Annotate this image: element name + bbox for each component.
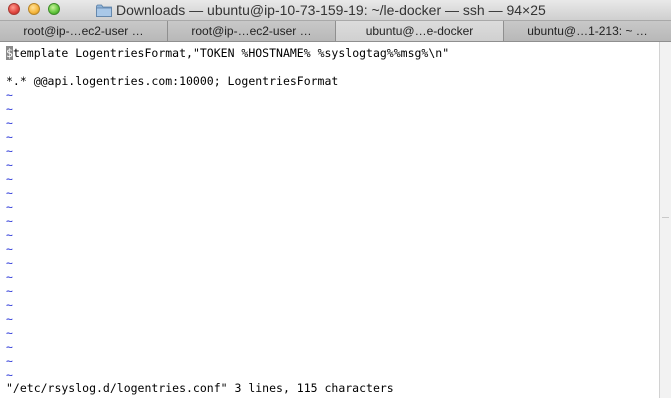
- empty-line-tilde: ~: [6, 186, 13, 200]
- tab-label: root@ip-…ec2-user …: [23, 24, 144, 38]
- tab-root-2[interactable]: root@ip-…ec2-user …: [168, 21, 336, 41]
- empty-line-tilde: ~: [6, 312, 13, 326]
- terminal-content[interactable]: $template LogentriesFormat,"TOKEN %HOSTN…: [0, 42, 659, 398]
- empty-line-tilde: ~: [6, 326, 13, 340]
- empty-line-tilde: ~: [6, 256, 13, 270]
- empty-line-tilde: ~: [6, 228, 13, 242]
- text-cursor: $: [6, 46, 13, 60]
- empty-line-tilde: ~: [6, 130, 13, 144]
- empty-line-tilde: ~: [6, 116, 13, 130]
- empty-line-tilde: ~: [6, 172, 13, 186]
- empty-line-tilde: ~: [6, 270, 13, 284]
- tab-label: ubuntu@…e-docker: [365, 24, 474, 38]
- terminal-window: Downloads — ubuntu@ip-10-73-159-19: ~/le…: [0, 0, 671, 398]
- scrollbar[interactable]: [659, 42, 671, 398]
- close-window-button[interactable]: [8, 3, 20, 15]
- tab-label: root@ip-…ec2-user …: [191, 24, 312, 38]
- folder-icon: [96, 4, 112, 17]
- empty-line-tilde: ~: [6, 340, 13, 354]
- empty-line-tilde: ~: [6, 354, 13, 368]
- empty-line-tilde: ~: [6, 214, 13, 228]
- empty-line-tilde: ~: [6, 200, 13, 214]
- empty-line-tilde: ~: [6, 298, 13, 312]
- empty-line-tilde: ~: [6, 368, 13, 382]
- tab-ubuntu-home[interactable]: ubuntu@…1-213: ~ …: [504, 21, 671, 41]
- tab-bar: root@ip-…ec2-user … root@ip-…ec2-user … …: [0, 21, 671, 42]
- minimize-window-button[interactable]: [28, 3, 40, 15]
- zoom-window-button[interactable]: [48, 3, 60, 15]
- empty-line-tilde: ~: [6, 158, 13, 172]
- empty-line-tilde: ~: [6, 88, 13, 102]
- tab-label: ubuntu@…1-213: ~ …: [527, 24, 648, 38]
- tab-ubuntu-le-docker[interactable]: ubuntu@…e-docker: [336, 21, 504, 41]
- terminal-line: *.* @@api.logentries.com:10000; Logentri…: [6, 74, 339, 88]
- empty-line-tilde: ~: [6, 102, 13, 116]
- scroll-tick: [662, 217, 669, 218]
- empty-line-tilde: ~: [6, 242, 13, 256]
- line-text: template LogentriesFormat,"TOKEN %HOSTNA…: [12, 46, 450, 60]
- tab-root-1[interactable]: root@ip-…ec2-user …: [0, 21, 168, 41]
- empty-line-tilde: ~: [6, 284, 13, 298]
- window-title-area: Downloads — ubuntu@ip-10-73-159-19: ~/le…: [96, 1, 546, 19]
- empty-line-tilde: ~: [6, 144, 13, 158]
- title-bar[interactable]: Downloads — ubuntu@ip-10-73-159-19: ~/le…: [0, 0, 671, 21]
- window-title: Downloads — ubuntu@ip-10-73-159-19: ~/le…: [116, 2, 546, 18]
- terminal-line: $template LogentriesFormat,"TOKEN %HOSTN…: [6, 46, 449, 60]
- status-line: "/etc/rsyslog.d/logentries.conf" 3 lines…: [6, 381, 394, 395]
